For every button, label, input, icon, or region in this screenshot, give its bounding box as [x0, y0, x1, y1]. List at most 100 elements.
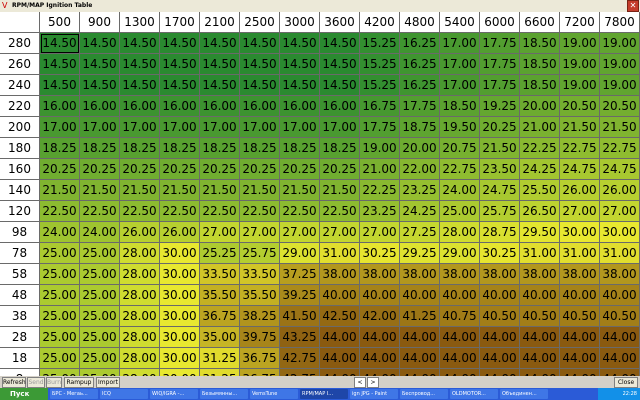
table-cell[interactable]: 14.50 — [200, 33, 240, 54]
table-cell[interactable]: 21.50 — [240, 180, 280, 201]
table-cell[interactable]: 42.00 — [360, 306, 400, 327]
table-cell[interactable]: 40.00 — [600, 285, 640, 306]
table-cell[interactable]: 27.00 — [560, 201, 600, 222]
table-cell[interactable]: 16.25 — [400, 54, 440, 75]
table-cell[interactable]: 42.75 — [280, 348, 320, 369]
rampup-button[interactable]: Rampup — [64, 377, 94, 388]
table-cell[interactable]: 43.25 — [280, 327, 320, 348]
table-cell[interactable]: 30.25 — [360, 243, 400, 264]
table-cell[interactable]: 37.25 — [280, 264, 320, 285]
table-cell[interactable]: 21.00 — [520, 117, 560, 138]
table-cell[interactable]: 25.00 — [40, 348, 80, 369]
table-cell[interactable]: 25.25 — [200, 243, 240, 264]
table-cell[interactable]: 14.50 — [160, 54, 200, 75]
table-cell[interactable]: 21.50 — [40, 180, 80, 201]
table-cell[interactable]: 44.00 — [320, 348, 360, 369]
import-button[interactable]: Import — [96, 377, 120, 388]
table-cell[interactable]: 28.00 — [120, 327, 160, 348]
table-cell[interactable]: 19.00 — [600, 75, 640, 96]
table-cell[interactable]: 16.25 — [400, 33, 440, 54]
table-cell[interactable]: 44.00 — [440, 327, 480, 348]
table-cell[interactable]: 28.00 — [120, 306, 160, 327]
table-cell[interactable]: 17.75 — [400, 96, 440, 117]
table-cell[interactable]: 25.00 — [40, 243, 80, 264]
table-cell[interactable]: 40.00 — [320, 285, 360, 306]
taskbar-item[interactable]: ICQ — [100, 389, 148, 399]
table-cell[interactable]: 16.25 — [400, 75, 440, 96]
table-cell[interactable]: 26.00 — [600, 180, 640, 201]
send-button[interactable]: Send — [27, 377, 45, 388]
table-cell[interactable]: 22.75 — [600, 138, 640, 159]
table-cell[interactable]: 20.25 — [40, 159, 80, 180]
table-cell[interactable]: 19.25 — [480, 96, 520, 117]
table-cell[interactable]: 17.00 — [40, 117, 80, 138]
table-cell[interactable]: 14.50 — [120, 33, 160, 54]
table-cell[interactable]: 22.50 — [280, 201, 320, 222]
table-cell[interactable]: 17.00 — [440, 75, 480, 96]
table-cell[interactable]: 44.00 — [480, 348, 520, 369]
table-cell[interactable]: 24.75 — [560, 159, 600, 180]
table-cell[interactable]: 44.00 — [400, 327, 440, 348]
table-cell[interactable]: 28.75 — [480, 222, 520, 243]
table-cell[interactable]: 21.50 — [280, 180, 320, 201]
table-cell[interactable]: 14.50 — [240, 54, 280, 75]
table-cell[interactable]: 27.00 — [200, 222, 240, 243]
table-cell[interactable]: 25.75 — [480, 201, 520, 222]
table-cell[interactable]: 38.00 — [520, 264, 560, 285]
table-cell[interactable]: 38.25 — [240, 306, 280, 327]
prev-arrow-button[interactable]: < — [354, 377, 366, 388]
table-cell[interactable]: 16.00 — [280, 96, 320, 117]
table-cell[interactable]: 22.50 — [200, 201, 240, 222]
table-cell[interactable]: 28.00 — [120, 285, 160, 306]
table-cell[interactable]: 30.00 — [560, 222, 600, 243]
table-cell[interactable]: 31.00 — [520, 243, 560, 264]
table-cell[interactable]: 29.00 — [440, 243, 480, 264]
table-cell[interactable]: 15.25 — [360, 75, 400, 96]
table-cell[interactable]: 26.00 — [560, 180, 600, 201]
table-cell[interactable]: 16.00 — [120, 96, 160, 117]
table-cell[interactable]: 44.00 — [520, 348, 560, 369]
table-cell[interactable]: 18.25 — [320, 138, 360, 159]
table-cell[interactable]: 19.00 — [560, 75, 600, 96]
table-cell[interactable]: 40.00 — [440, 285, 480, 306]
table-cell[interactable]: 40.00 — [560, 285, 600, 306]
table-cell[interactable]: 17.00 — [240, 117, 280, 138]
table-cell[interactable]: 14.50 — [40, 75, 80, 96]
table-cell[interactable]: 19.50 — [440, 117, 480, 138]
table-cell[interactable]: 25.00 — [80, 243, 120, 264]
table-cell[interactable]: 38.00 — [560, 264, 600, 285]
table-cell[interactable]: 22.50 — [240, 201, 280, 222]
table-cell[interactable]: 35.50 — [200, 285, 240, 306]
table-cell[interactable]: 30.00 — [600, 222, 640, 243]
taskbar-item[interactable]: ign JPG - Paint — [350, 389, 398, 399]
table-cell[interactable]: 22.25 — [360, 180, 400, 201]
taskbar-item[interactable]: OLDMOTOR... — [450, 389, 498, 399]
table-cell[interactable]: 28.00 — [120, 243, 160, 264]
table-cell[interactable]: 19.00 — [560, 33, 600, 54]
table-cell[interactable]: 44.00 — [600, 327, 640, 348]
table-cell[interactable]: 16.75 — [360, 96, 400, 117]
table-cell[interactable]: 18.50 — [520, 54, 560, 75]
table-cell[interactable]: 44.00 — [560, 348, 600, 369]
table-cell[interactable]: 28.00 — [120, 348, 160, 369]
table-cell[interactable]: 20.25 — [240, 159, 280, 180]
table-cell[interactable]: 17.00 — [120, 117, 160, 138]
table-cell[interactable]: 18.75 — [400, 117, 440, 138]
table-cell[interactable]: 14.50 — [40, 54, 80, 75]
table-cell[interactable]: 44.00 — [360, 327, 400, 348]
table-cell[interactable]: 31.25 — [200, 348, 240, 369]
table-cell[interactable]: 14.50 — [280, 75, 320, 96]
table-cell[interactable]: 18.25 — [200, 138, 240, 159]
table-cell[interactable]: 16.00 — [80, 96, 120, 117]
table-cell[interactable]: 31.00 — [600, 243, 640, 264]
table-cell[interactable]: 25.50 — [520, 180, 560, 201]
table-cell[interactable]: 14.50 — [80, 54, 120, 75]
start-button[interactable]: Пуск — [0, 388, 48, 400]
taskbar-item[interactable]: Беспровод... — [400, 389, 448, 399]
table-cell[interactable]: 22.50 — [120, 201, 160, 222]
table-cell[interactable]: 17.75 — [360, 117, 400, 138]
table-cell[interactable]: 24.75 — [600, 159, 640, 180]
table-cell[interactable]: 25.00 — [40, 264, 80, 285]
table-cell[interactable]: 20.25 — [200, 159, 240, 180]
table-cell[interactable]: 38.00 — [320, 264, 360, 285]
